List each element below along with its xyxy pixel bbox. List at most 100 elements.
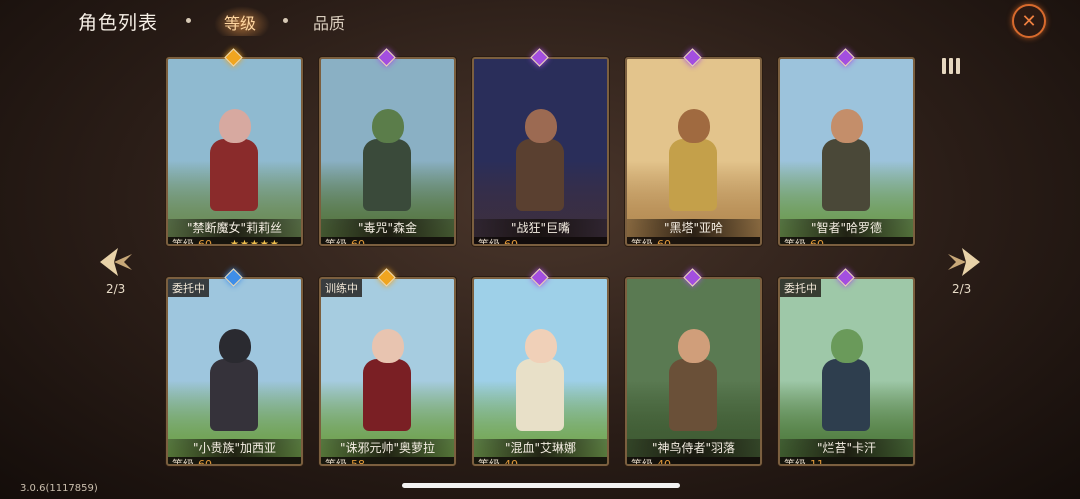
page-indicator-right: 2/3 bbox=[952, 282, 972, 296]
level-label: 等级 bbox=[631, 238, 653, 246]
version-label: 3.0.6(1117859) bbox=[20, 483, 98, 494]
filter-button[interactable] bbox=[940, 55, 962, 77]
chevron-left-icon bbox=[100, 248, 132, 276]
level-label: 等级 bbox=[325, 238, 347, 246]
character-figure bbox=[661, 99, 725, 215]
character-card[interactable]: 委托中 "烂苔"卡汗 等级 11 bbox=[778, 277, 915, 466]
top-bar: 角色列表 等级 品质 ✕ bbox=[0, 0, 1080, 42]
character-card[interactable]: 委托中 "小贵族"加西亚 等级 60 bbox=[166, 277, 303, 466]
level-bar: 等级 60 bbox=[627, 237, 760, 246]
character-name: "诛邪元帅"奥萝拉 bbox=[321, 439, 454, 457]
figure-head bbox=[678, 109, 710, 143]
character-name: "战狂"巨嘴 bbox=[474, 219, 607, 237]
character-figure bbox=[202, 99, 266, 215]
figure-body bbox=[210, 139, 258, 211]
level-bar: 等级 40 bbox=[474, 457, 607, 466]
level-value: 40 bbox=[504, 458, 518, 466]
figure-body bbox=[669, 359, 717, 431]
level-bar: 等级 40 bbox=[627, 457, 760, 466]
level-value: 60 bbox=[504, 238, 518, 246]
filter-icon-bar bbox=[956, 58, 960, 74]
character-portrait bbox=[474, 279, 607, 464]
home-indicator[interactable] bbox=[402, 483, 680, 488]
character-name: "烂苔"卡汗 bbox=[780, 439, 913, 457]
level-bar: 等级 60 bbox=[780, 237, 913, 246]
figure-body bbox=[822, 359, 870, 431]
figure-head bbox=[525, 329, 557, 363]
level-bar: 等级 11 bbox=[780, 457, 913, 466]
tab-separator-dot bbox=[186, 18, 191, 23]
figure-body bbox=[822, 139, 870, 211]
figure-body bbox=[669, 139, 717, 211]
figure-head bbox=[525, 109, 557, 143]
level-value: 60 bbox=[810, 238, 824, 246]
character-card[interactable]: "神鸟侍者"羽落 等级 40 bbox=[625, 277, 762, 466]
level-value: 60 bbox=[198, 458, 212, 466]
character-name: "智者"哈罗德 bbox=[780, 219, 913, 237]
figure-head bbox=[831, 109, 863, 143]
character-portrait bbox=[321, 59, 454, 244]
filter-icon bbox=[942, 58, 946, 74]
level-value: 40 bbox=[657, 458, 671, 466]
level-value: 60 bbox=[198, 238, 212, 246]
close-button[interactable]: ✕ bbox=[1012, 4, 1046, 38]
level-bar: 等级 60 bbox=[168, 457, 301, 466]
prev-page-button[interactable] bbox=[96, 242, 136, 282]
tab-separator-dot bbox=[283, 18, 288, 23]
character-portrait bbox=[780, 59, 913, 244]
figure-body bbox=[516, 139, 564, 211]
character-portrait bbox=[627, 279, 760, 464]
level-label: 等级 bbox=[631, 458, 653, 466]
character-name: "禁断魔女"莉莉丝 bbox=[168, 219, 301, 237]
character-figure bbox=[508, 319, 572, 435]
tab-quality[interactable]: 品质 bbox=[313, 10, 345, 34]
status-badge: 训练中 bbox=[321, 279, 362, 297]
character-figure bbox=[661, 319, 725, 435]
level-label: 等级 bbox=[784, 458, 806, 466]
figure-head bbox=[678, 329, 710, 363]
character-card[interactable]: "混血"艾琳娜 等级 40 bbox=[472, 277, 609, 466]
status-badge: 委托中 bbox=[780, 279, 821, 297]
figure-head bbox=[219, 109, 251, 143]
character-name: "小贵族"加西亚 bbox=[168, 439, 301, 457]
character-card[interactable]: "战狂"巨嘴 等级 60 bbox=[472, 57, 609, 246]
character-card[interactable]: "毒咒"森金 等级 60 bbox=[319, 57, 456, 246]
status-badge: 委托中 bbox=[168, 279, 209, 297]
character-name: "黑塔"亚哈 bbox=[627, 219, 760, 237]
figure-head bbox=[372, 109, 404, 143]
character-card[interactable]: "黑塔"亚哈 等级 60 bbox=[625, 57, 762, 246]
chevron-right-icon bbox=[948, 248, 980, 276]
level-bar: 等级 60 bbox=[321, 237, 454, 246]
figure-body bbox=[516, 359, 564, 431]
level-bar: 等级 60 ★★★★★ bbox=[168, 237, 301, 246]
character-portrait bbox=[168, 279, 301, 464]
character-figure bbox=[202, 319, 266, 435]
level-value: 58 bbox=[351, 458, 365, 466]
next-page-button[interactable] bbox=[944, 242, 984, 282]
tab-level[interactable]: 等级 bbox=[224, 10, 256, 34]
character-card[interactable]: "禁断魔女"莉莉丝 等级 60 ★★★★★ bbox=[166, 57, 303, 246]
page-indicator-left: 2/3 bbox=[106, 282, 126, 296]
level-label: 等级 bbox=[172, 458, 194, 466]
character-portrait bbox=[627, 59, 760, 244]
character-portrait bbox=[474, 59, 607, 244]
level-value: 60 bbox=[657, 238, 671, 246]
character-name: "神鸟侍者"羽落 bbox=[627, 439, 760, 457]
figure-body bbox=[363, 359, 411, 431]
character-name: "混血"艾琳娜 bbox=[474, 439, 607, 457]
level-label: 等级 bbox=[784, 238, 806, 246]
character-portrait bbox=[321, 279, 454, 464]
level-label: 等级 bbox=[478, 458, 500, 466]
character-figure bbox=[814, 319, 878, 435]
character-card[interactable]: 训练中 "诛邪元帅"奥萝拉 等级 58 bbox=[319, 277, 456, 466]
figure-head bbox=[219, 329, 251, 363]
level-value: 60 bbox=[351, 238, 365, 246]
level-label: 等级 bbox=[172, 238, 194, 246]
level-bar: 等级 58 bbox=[321, 457, 454, 466]
figure-body bbox=[210, 359, 258, 431]
character-figure bbox=[814, 99, 878, 215]
character-name: "毒咒"森金 bbox=[321, 219, 454, 237]
figure-head bbox=[831, 329, 863, 363]
character-card[interactable]: "智者"哈罗德 等级 60 bbox=[778, 57, 915, 246]
level-value: 11 bbox=[810, 458, 824, 466]
